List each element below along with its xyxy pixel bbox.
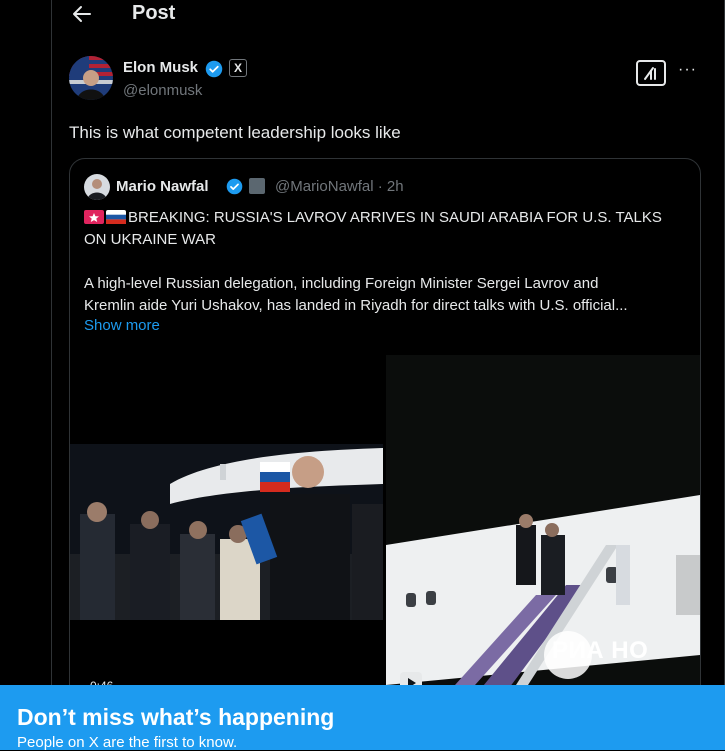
quoted-handle-time: @MarioNawfal · 2h — [275, 178, 404, 195]
body-line-2: Kremlin aide Yuri Ushakov, has landed in… — [84, 297, 628, 314]
column-divider-left — [51, 0, 52, 685]
post-header: Post — [52, 0, 724, 34]
more-options-button[interactable]: ··· — [678, 60, 700, 80]
banner-subtitle: People on X are the first to know. — [17, 734, 238, 751]
verified-badge-icon — [205, 60, 223, 78]
post-text: This is what competent leadership looks … — [69, 123, 401, 142]
page-title: Post — [132, 2, 176, 24]
video-thumbnail[interactable] — [70, 444, 383, 620]
quoted-post-card[interactable]: Mario Nawfal @MarioNawfal · 2h BREAKING:… — [69, 158, 701, 720]
grok-button[interactable] — [636, 60, 666, 86]
quoted-author-name[interactable]: Mario Nawfal — [116, 178, 209, 195]
russia-flag-icon — [106, 210, 126, 224]
headline-line-2: ON UKRAINE WAR — [84, 231, 216, 248]
show-more-link[interactable]: Show more — [84, 317, 160, 334]
quoted-author-avatar[interactable] — [84, 174, 110, 200]
headline-text: BREAKING: RUSSIA'S LAVROV ARRIVES IN SAU… — [128, 209, 662, 226]
arrow-left-icon — [73, 6, 91, 22]
author-name[interactable]: Elon Musk — [123, 59, 198, 76]
back-button[interactable] — [70, 2, 94, 26]
signup-banner[interactable]: Don’t miss what’s happening People on X … — [0, 685, 725, 751]
siren-emoji-icon — [84, 210, 104, 224]
avatar[interactable] — [69, 56, 113, 100]
author-handle[interactable]: @elonmusk — [123, 82, 202, 99]
verified-badge-icon — [226, 178, 243, 195]
watermark-text: РИА НО — [552, 637, 649, 664]
affiliate-badge-icon — [249, 178, 265, 194]
banner-title: Don’t miss what’s happening — [17, 704, 335, 730]
body-line-1: A high-level Russian delegation, includi… — [84, 275, 599, 292]
quoted-post-text: BREAKING: RUSSIA'S LAVROV ARRIVES IN SAU… — [84, 207, 684, 317]
headline-line: BREAKING: RUSSIA'S LAVROV ARRIVES IN SAU… — [84, 207, 684, 229]
affiliate-x-badge[interactable]: X — [229, 59, 247, 77]
photo-thumbnail[interactable]: РИА НО — [386, 355, 700, 719]
grok-icon — [644, 67, 656, 80]
